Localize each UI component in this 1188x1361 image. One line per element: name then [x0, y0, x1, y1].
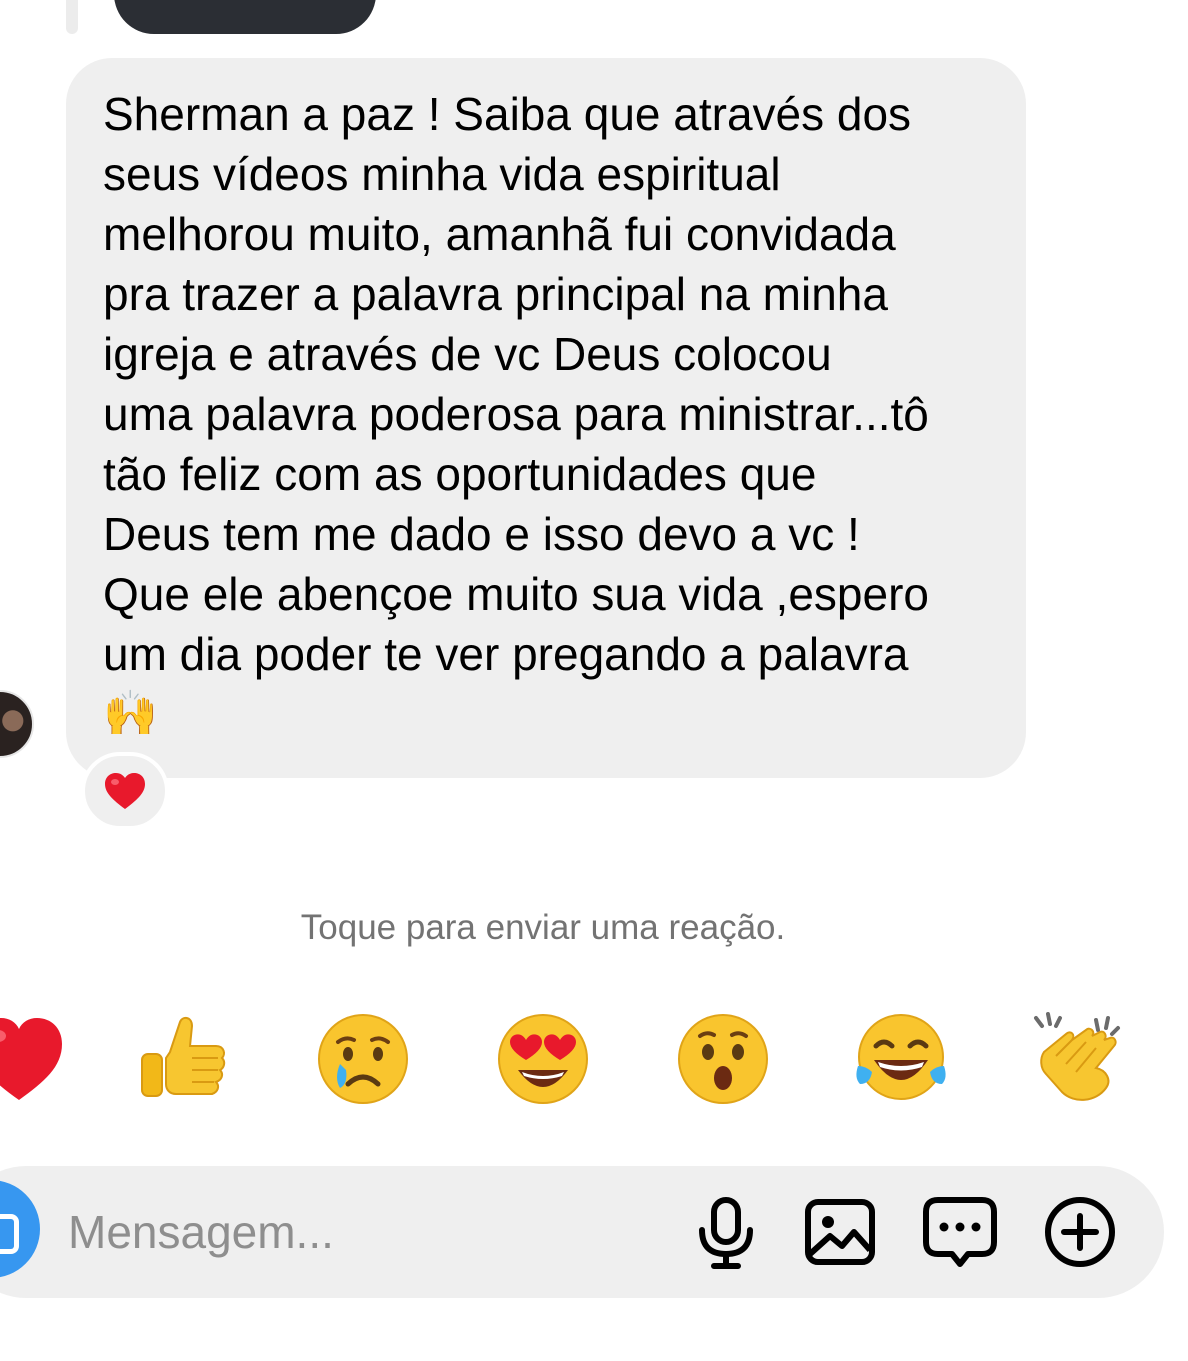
sender-avatar[interactable]	[0, 690, 34, 758]
received-message-bubble[interactable]: Sherman a paz ! Saiba que através dos se…	[66, 58, 1026, 778]
heart-emoji[interactable]	[0, 1012, 66, 1106]
crying-face-emoji[interactable]	[316, 1012, 410, 1106]
message-input[interactable]	[68, 1202, 668, 1262]
message-text: Sherman a paz ! Saiba que através dos se…	[103, 88, 929, 680]
previous-media-message[interactable]	[114, 0, 376, 34]
direct-message-screen: Sherman a paz ! Saiba que através dos se…	[0, 0, 1188, 1361]
clapping-hands-emoji[interactable]	[1030, 1012, 1124, 1106]
surprised-face-emoji[interactable]	[676, 1012, 770, 1106]
heart-icon	[105, 773, 145, 809]
thumbs-up-emoji[interactable]	[136, 1012, 230, 1106]
tears-of-joy-emoji[interactable]	[854, 1012, 948, 1106]
camera-icon	[0, 1214, 19, 1254]
microphone-icon[interactable]	[686, 1192, 766, 1272]
gallery-icon[interactable]	[800, 1192, 880, 1272]
heart-eyes-emoji[interactable]	[496, 1012, 590, 1106]
plus-circle-icon[interactable]	[1040, 1192, 1120, 1272]
sticker-chat-icon[interactable]	[920, 1192, 1000, 1272]
message-reaction-chip[interactable]	[81, 752, 169, 830]
raising-hands-emoji: 🙌	[103, 688, 158, 739]
thread-line	[66, 0, 78, 34]
reaction-hint: Toque para enviar uma reação.	[300, 908, 786, 947]
